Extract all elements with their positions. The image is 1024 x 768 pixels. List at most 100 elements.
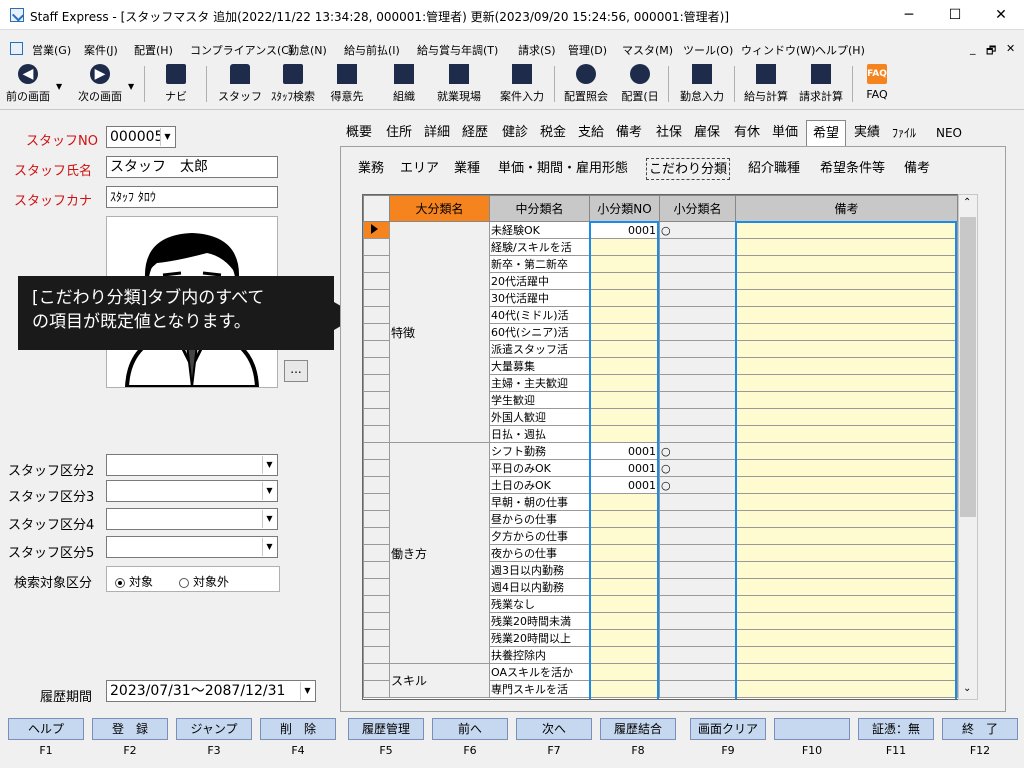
row-selector[interactable] [363, 442, 390, 460]
small-category-no-cell[interactable]: 0001 [589, 221, 660, 239]
row-selector[interactable] [363, 680, 390, 698]
small-category-no-cell[interactable] [589, 425, 660, 443]
subtab-industry[interactable]: 業種 [454, 158, 480, 180]
row-selector[interactable] [363, 663, 390, 681]
tab-address[interactable]: 住所 [380, 120, 418, 146]
menu-placement[interactable]: 配置(H) [134, 42, 173, 58]
row-selector[interactable] [363, 612, 390, 630]
remarks-cell[interactable] [735, 493, 958, 511]
remarks-cell[interactable] [735, 255, 958, 273]
small-category-no-cell[interactable] [589, 289, 660, 307]
small-category-no-cell[interactable] [589, 391, 660, 409]
fkey-button-f11[interactable]: 証憑：無 [858, 718, 934, 740]
customer-tool[interactable]: 得意先 [326, 62, 368, 108]
org-tool[interactable]: 組織 [386, 62, 422, 108]
small-category-no-cell[interactable] [589, 493, 660, 511]
scroll-thumb[interactable] [960, 217, 976, 517]
remarks-cell[interactable] [735, 527, 958, 545]
menu-help[interactable]: ヘルプ(H) [815, 42, 865, 58]
small-category-no-cell[interactable] [589, 272, 660, 290]
small-category-no-cell[interactable] [589, 510, 660, 528]
photo-browse-button[interactable]: ... [284, 360, 308, 382]
payroll-calc-tool[interactable]: 給与計算 [740, 62, 792, 108]
small-category-no-cell[interactable] [589, 680, 660, 698]
staff-kana-field[interactable]: ｽﾀｯﾌ ﾀﾛｳ [106, 186, 278, 208]
staff-kubun3-combo[interactable]: ▼ [106, 480, 278, 502]
row-selector[interactable] [363, 544, 390, 562]
small-category-no-cell[interactable] [589, 527, 660, 545]
fkey-button-f3[interactable]: ジャンプ [176, 718, 252, 740]
placement-day-tool[interactable]: 配置(日 [616, 62, 664, 108]
tab-paid-leave[interactable]: 有休 [728, 120, 766, 146]
billing-calc-tool[interactable]: 請求計算 [794, 62, 848, 108]
placement-inquiry-tool[interactable]: 配置照会 [560, 62, 612, 108]
remarks-cell[interactable] [735, 221, 958, 239]
subtab-referral-job[interactable]: 紹介職種 [748, 158, 800, 180]
chevron-down-icon[interactable]: ▼ [160, 128, 174, 146]
menu-master[interactable]: マスタ(M) [622, 42, 673, 58]
row-selector[interactable] [363, 646, 390, 664]
remarks-cell[interactable] [735, 459, 958, 477]
search-excluded-radio[interactable]: 対象外 [179, 573, 229, 590]
col-header-small-no[interactable]: 小分類NO [589, 195, 660, 222]
remarks-cell[interactable] [735, 391, 958, 409]
tab-results[interactable]: 実績 [848, 120, 886, 146]
mdi-minimize[interactable]: _ [970, 42, 976, 55]
col-header-remarks[interactable]: 備考 [735, 195, 958, 222]
row-selector[interactable] [363, 221, 390, 239]
grid-scrollbar[interactable]: ⌃ ⌄ [958, 194, 978, 700]
tab-file[interactable]: ﾌｧｲﾙ [886, 120, 922, 146]
fkey-button-f9[interactable]: 画面クリア [690, 718, 766, 740]
remarks-cell[interactable] [735, 306, 958, 324]
row-selector[interactable] [363, 493, 390, 511]
fkey-button-f2[interactable]: 登 録 [92, 718, 168, 740]
row-selector[interactable] [363, 306, 390, 324]
row-selector[interactable] [363, 595, 390, 613]
menu-tools[interactable]: ツール(O) [683, 42, 733, 58]
table-row[interactable]: 働き方 シフト勤務 0001 ○ [363, 442, 958, 664]
small-category-no-cell[interactable]: 0001 [589, 476, 660, 494]
scroll-up-icon[interactable]: ⌃ [963, 197, 971, 208]
menu-prepay[interactable]: 給与前払(I) [344, 42, 400, 58]
row-selector[interactable] [363, 408, 390, 426]
row-selector[interactable] [363, 272, 390, 290]
fkey-button-f12[interactable]: 終 了 [942, 718, 1018, 740]
small-category-no-cell[interactable] [589, 357, 660, 375]
small-category-no-cell[interactable] [589, 408, 660, 426]
remarks-cell[interactable] [735, 340, 958, 358]
chevron-down-icon[interactable]: ▼ [262, 482, 276, 500]
small-category-no-cell[interactable] [589, 578, 660, 596]
staff-name-field[interactable]: スタッフ 太郎 [106, 156, 278, 178]
subtab-remarks[interactable]: 備考 [904, 158, 930, 180]
remarks-cell[interactable] [735, 544, 958, 562]
fkey-button-f4[interactable]: 削 除 [260, 718, 336, 740]
remarks-cell[interactable] [735, 272, 958, 290]
faq-tool[interactable]: FAQ FAQ [860, 62, 894, 108]
fkey-button-f5[interactable]: 履歴管理 [348, 718, 424, 740]
chevron-down-icon[interactable]: ▼ [262, 510, 276, 528]
tab-payment[interactable]: 支給 [572, 120, 610, 146]
remarks-cell[interactable] [735, 408, 958, 426]
remarks-cell[interactable] [735, 425, 958, 443]
menu-sales[interactable]: 営業(G) [32, 42, 71, 58]
small-category-no-cell[interactable] [589, 629, 660, 647]
menu-admin[interactable]: 管理(D) [568, 42, 607, 58]
menu-payroll[interactable]: 給与賞与年調(T) [417, 42, 498, 58]
scroll-down-icon[interactable]: ⌄ [963, 683, 971, 694]
tab-unit-price[interactable]: 単価 [766, 120, 804, 146]
remarks-cell[interactable] [735, 663, 958, 681]
menu-compliance[interactable]: コンプライアンス(C) [190, 42, 293, 58]
remarks-cell[interactable] [735, 578, 958, 596]
small-category-no-cell[interactable] [589, 561, 660, 579]
row-selector[interactable] [363, 510, 390, 528]
staff-kubun2-combo[interactable]: ▼ [106, 454, 278, 476]
col-header-small-name[interactable]: 小分類名 [659, 195, 736, 222]
fkey-button-f7[interactable]: 次へ [516, 718, 592, 740]
tab-preference[interactable]: 希望 [806, 120, 847, 146]
back-dropdown-icon[interactable]: ▼ [56, 82, 62, 91]
staff-kubun4-combo[interactable]: ▼ [106, 508, 278, 530]
remarks-cell[interactable] [735, 289, 958, 307]
small-category-no-cell[interactable]: 0001 [589, 442, 660, 460]
tab-social-insurance[interactable]: 社保 [650, 120, 688, 146]
small-category-no-cell[interactable] [589, 238, 660, 256]
